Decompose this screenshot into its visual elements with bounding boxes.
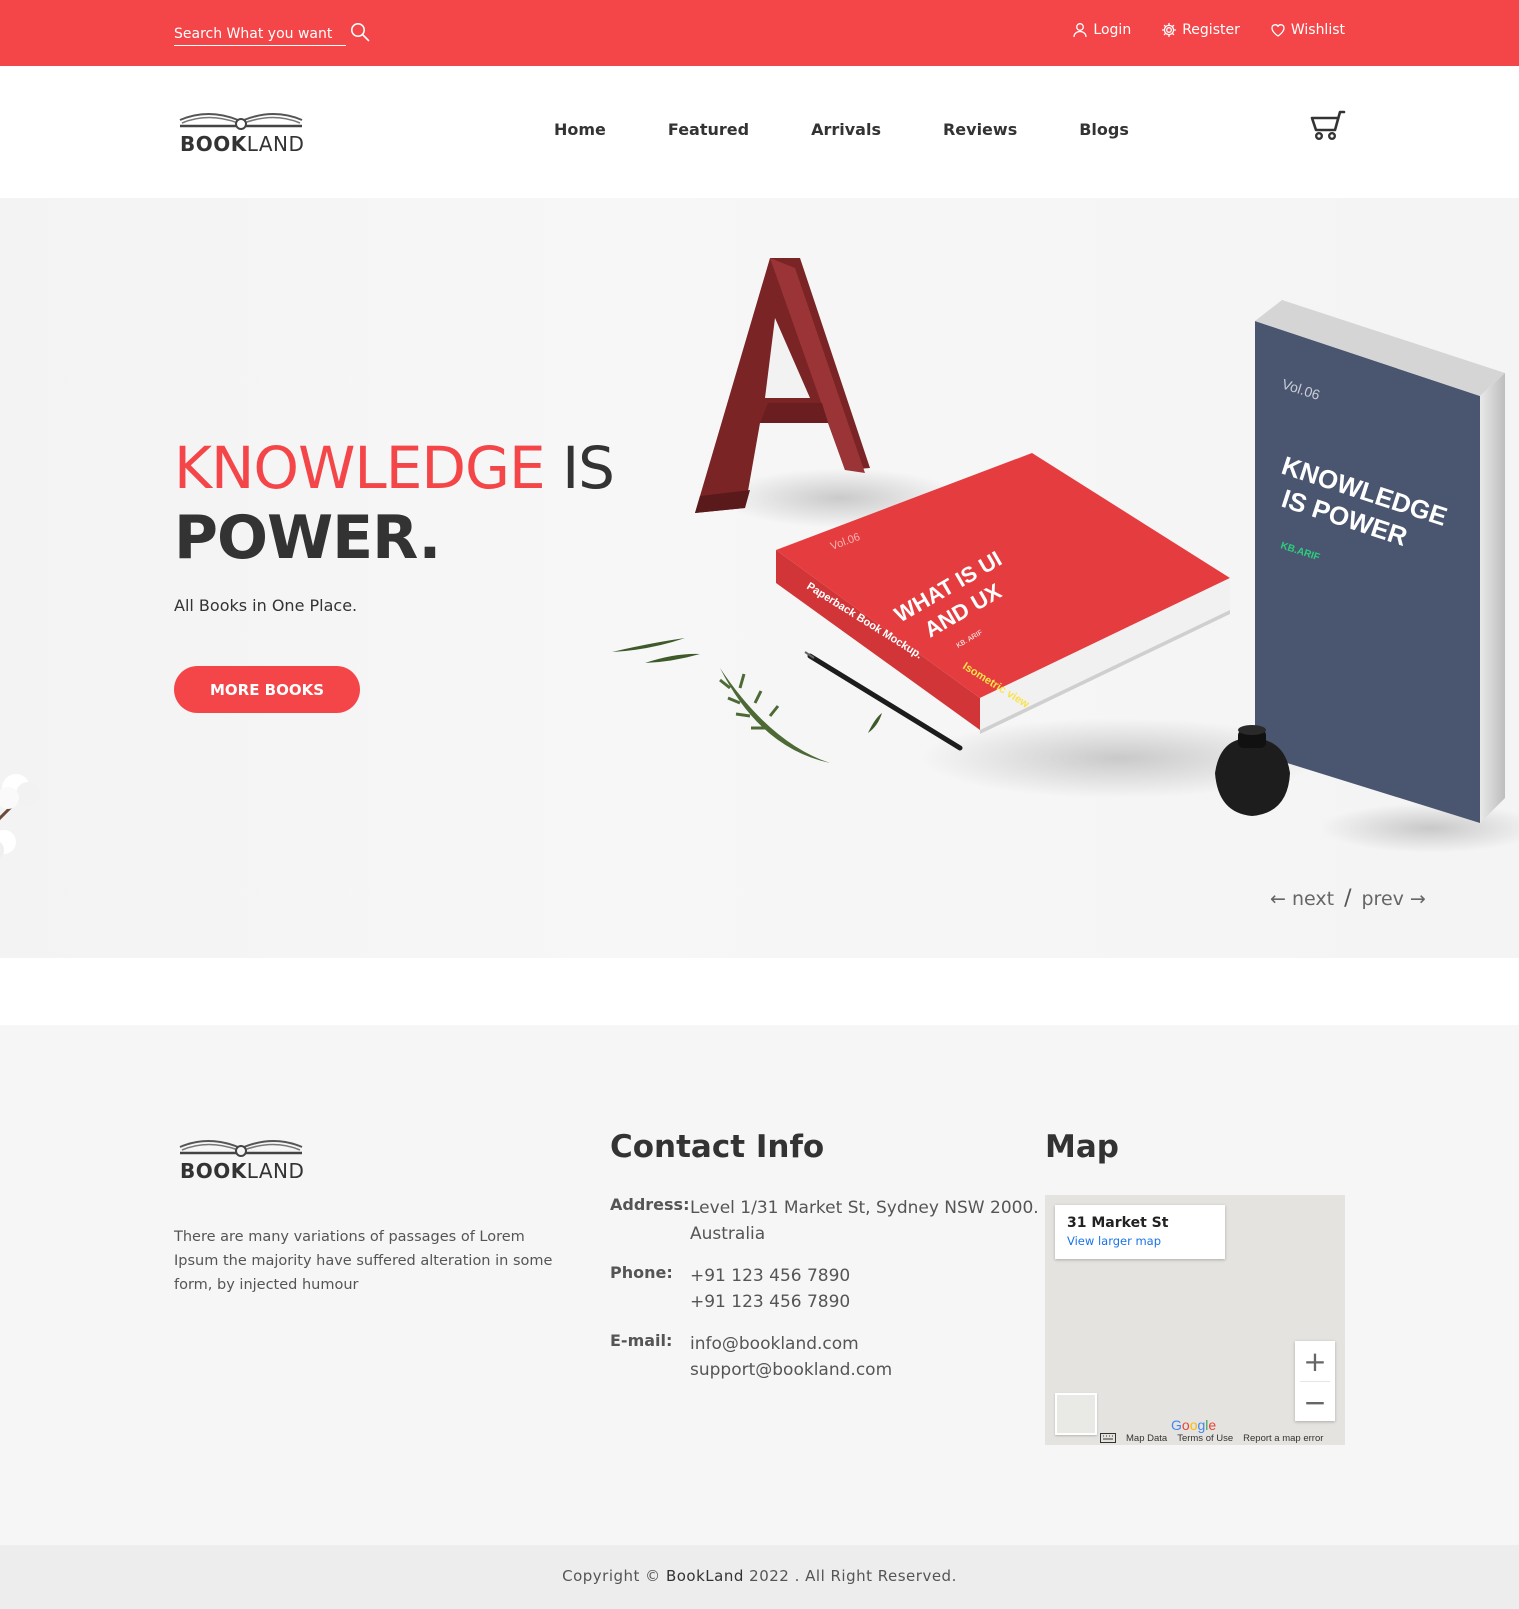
contact-address: Address: Level 1/31 Market St, Sydney NS… xyxy=(610,1195,1039,1247)
phone-1[interactable]: +91 123 456 7890 xyxy=(690,1263,850,1289)
hero-title-line1: KNOWLEDGE IS xyxy=(174,434,615,502)
search-box xyxy=(174,22,372,46)
terms-of-use-link[interactable]: Terms of Use xyxy=(1177,1433,1233,1444)
wishlist-label: Wishlist xyxy=(1290,22,1345,38)
email-value: info@bookland.com support@bookland.com xyxy=(690,1331,892,1383)
hero-title-line2: POWER. xyxy=(174,503,441,573)
register-label: Register xyxy=(1182,22,1240,38)
cotton-plant xyxy=(0,774,40,858)
nav-home[interactable]: Home xyxy=(554,120,606,139)
zoom-in-button[interactable]: + xyxy=(1295,1341,1335,1381)
site-footer: BOOKLAND There are many variations of pa… xyxy=(0,1025,1519,1545)
email-label: E-mail: xyxy=(610,1331,673,1350)
slider-next-link[interactable]: ← next xyxy=(1270,888,1334,910)
map-attribution: Map Data Terms of Use Report a map error xyxy=(1100,1431,1323,1445)
slider-prev-link[interactable]: prev → xyxy=(1361,888,1425,910)
slider-prev-label: prev xyxy=(1361,887,1404,910)
keyboard-icon[interactable] xyxy=(1100,1433,1116,1443)
more-books-button[interactable]: MORE BOOKS xyxy=(174,666,360,713)
slider-separator: / xyxy=(1344,886,1352,911)
slider-controls: ← next / prev → xyxy=(1270,886,1426,911)
main-header: BOOKLAND Home Featured Arrivals Reviews … xyxy=(0,66,1519,198)
street-view-button[interactable] xyxy=(1055,1393,1097,1435)
map-heading: Map xyxy=(1045,1129,1119,1165)
blue-book: Vol.06 KNOWLEDGE IS POWER KB.ARIF xyxy=(1255,300,1505,823)
footer-description: There are many variations of passages of… xyxy=(174,1229,553,1293)
register-link[interactable]: Register xyxy=(1161,20,1240,40)
logo-text: BOOKLAND xyxy=(180,132,305,156)
open-book-icon xyxy=(179,113,303,130)
wishlist-link[interactable]: Wishlist xyxy=(1270,20,1345,40)
top-bar: Login Register Wishlist xyxy=(0,0,1519,66)
view-larger-map-link[interactable]: View larger map xyxy=(1067,1234,1213,1248)
contact-heading: Contact Info xyxy=(610,1129,825,1165)
nav-reviews[interactable]: Reviews xyxy=(943,120,1017,139)
map-info-card: 31 Market St View larger map xyxy=(1055,1205,1225,1259)
login-link[interactable]: Login xyxy=(1072,20,1131,40)
nav-featured[interactable]: Featured xyxy=(668,120,749,139)
main-nav: Home Featured Arrivals Reviews Blogs xyxy=(554,120,1129,139)
login-label: Login xyxy=(1093,22,1132,38)
footer-logo-text: BOOKLAND xyxy=(180,1159,305,1183)
map-zoom-control: + − xyxy=(1295,1341,1335,1421)
gear-icon xyxy=(1162,22,1177,38)
nav-blogs[interactable]: Blogs xyxy=(1079,120,1129,139)
phone-value: +91 123 456 7890 +91 123 456 7890 xyxy=(690,1263,850,1315)
copyright-text: Copyright © BookLand 2022 . All Right Re… xyxy=(562,1567,957,1585)
phone-label: Phone: xyxy=(610,1263,673,1282)
hero-banner: KNOWLEDGE IS POWER. All Books in One Pla… xyxy=(0,198,1519,958)
user-icon xyxy=(1073,23,1088,38)
cart-icon[interactable] xyxy=(1308,110,1346,142)
leaves xyxy=(612,638,882,763)
email-1[interactable]: info@bookland.com xyxy=(690,1331,892,1357)
address-label: Address: xyxy=(610,1195,690,1214)
email-2[interactable]: support@bookland.com xyxy=(690,1357,892,1383)
address-value: Level 1/31 Market St, Sydney NSW 2000. A… xyxy=(690,1198,1039,1244)
slider-next-label: next xyxy=(1291,887,1335,910)
search-input[interactable] xyxy=(174,22,346,46)
nav-arrivals[interactable]: Arrivals xyxy=(811,120,881,139)
map-place-name: 31 Market St xyxy=(1067,1215,1169,1231)
report-map-error-link[interactable]: Report a map error xyxy=(1243,1433,1323,1444)
heart-icon xyxy=(1271,24,1285,37)
footer-logo[interactable]: BOOKLAND xyxy=(178,1135,304,1185)
books-illustration: A Vol.06 WHAT IS UI AND UX KB. ARIF Pape… xyxy=(612,258,1519,853)
phone-2[interactable]: +91 123 456 7890 xyxy=(690,1289,850,1315)
copyright-bar: Copyright © BookLand 2022 . All Right Re… xyxy=(0,1545,1519,1609)
bookland-logo[interactable]: BOOKLAND xyxy=(178,108,304,158)
account-links: Login Register Wishlist xyxy=(1072,20,1345,40)
hero-subtitle: All Books in One Place. xyxy=(174,596,358,615)
contact-phone: Phone: +91 123 456 7890 +91 123 456 7890 xyxy=(610,1263,850,1315)
zoom-out-button[interactable]: − xyxy=(1295,1382,1335,1422)
google-map[interactable]: 31 Market St View larger map + − Google … xyxy=(1045,1195,1345,1445)
open-book-icon xyxy=(179,1140,303,1157)
contact-email: E-mail: info@bookland.com support@bookla… xyxy=(610,1331,892,1383)
map-data-link[interactable]: Map Data xyxy=(1126,1433,1167,1444)
search-icon[interactable] xyxy=(350,22,370,42)
